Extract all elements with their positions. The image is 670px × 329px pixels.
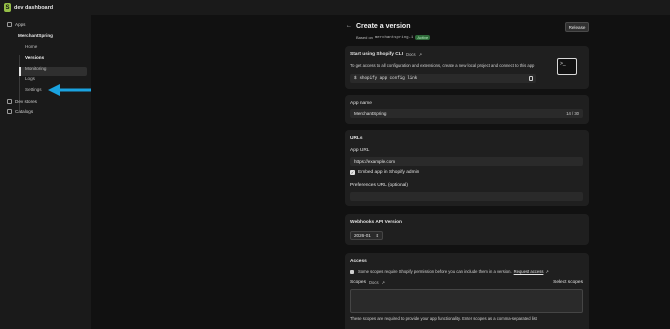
apps-icon	[7, 22, 12, 27]
sidebar-item-label: Dev stores	[15, 99, 37, 104]
cli-card: Start using Shopify CLI Docs ↗ To get ac…	[345, 46, 589, 89]
scopes-header: Scopes Docs ↗	[350, 280, 385, 285]
app-name-value: MerchantSpring	[354, 111, 387, 116]
sidebar-item-catalogs[interactable]: Catalogs	[7, 109, 33, 114]
sidebar-app-name[interactable]: MerchantSpring	[18, 33, 53, 38]
sidebar-item-label: Apps	[15, 22, 26, 27]
sidebar-item-label: Catalogs	[15, 109, 34, 114]
top-bar: S dev dashboard	[0, 0, 670, 15]
select-chevron-icon: ⇕	[375, 233, 379, 238]
catalog-icon	[7, 109, 12, 114]
cli-card-title: Start using Shopify CLI	[350, 52, 404, 57]
back-arrow-icon[interactable]: ←	[346, 23, 352, 29]
external-link-icon: ↗	[418, 52, 423, 57]
page-title: Create a version	[356, 23, 411, 30]
app-url-value: https://example.com	[354, 159, 396, 164]
external-link-icon: ↗	[381, 280, 386, 285]
cli-card-header: Start using Shopify CLI Docs ↗	[350, 52, 422, 57]
access-title: Access	[350, 259, 367, 264]
external-link-icon: ↗	[545, 269, 549, 274]
select-scopes-button[interactable]: Select scopes	[553, 280, 583, 285]
api-version-value: 2026-01	[354, 233, 371, 238]
character-counter: 14 / 30	[566, 111, 579, 116]
webhooks-title: Webhooks API Version	[350, 220, 402, 225]
terminal-illustration-icon: >_	[557, 58, 577, 75]
embed-app-option[interactable]: ✓ Embed app in Shopify admin	[350, 170, 419, 175]
cli-command-box: $ shopify app config link	[350, 74, 536, 83]
sidebar-active-indicator	[19, 67, 21, 76]
app-url-label: App URL	[350, 148, 370, 153]
sidebar-item-home[interactable]: Home	[25, 44, 37, 49]
sidebar-item-dev-stores[interactable]: Dev stores	[7, 99, 37, 104]
app-name-input[interactable]: MerchantSpring 14 / 30	[350, 109, 583, 118]
scope-notice-text: Some scopes require Shopify permission b…	[358, 269, 512, 274]
sidebar: Apps MerchantSpring Home Versions Monito…	[0, 15, 91, 329]
version-name: merchantspring-1	[374, 35, 414, 40]
app-url-input[interactable]: https://example.com	[350, 157, 583, 166]
shopify-logo-icon[interactable]: S	[4, 3, 11, 12]
cli-prompt: $	[354, 76, 357, 81]
app-name-card: App name MerchantSpring 14 / 30	[345, 95, 589, 124]
sidebar-item-apps[interactable]: Apps	[7, 22, 25, 27]
access-card: Access Some scopes require Shopify permi…	[345, 253, 589, 329]
request-access-link[interactable]: Request access	[514, 269, 544, 274]
cli-command: shopify app config link	[359, 76, 418, 81]
sidebar-item-monitoring[interactable]: Monitoring	[25, 66, 46, 71]
sidebar-item-logs[interactable]: Logs	[25, 76, 35, 81]
sidebar-item-versions[interactable]: Versions	[25, 55, 44, 60]
dashboard-title: dev dashboard	[14, 4, 54, 11]
release-button[interactable]: Release	[565, 22, 589, 32]
version-info: Based on merchantspring-1 Active	[356, 35, 431, 40]
app-name-label: App name	[350, 101, 372, 106]
embed-app-label: Embed app in Shopify admin	[358, 170, 420, 175]
based-on-label: Based on	[356, 35, 373, 40]
preferences-url-input[interactable]	[350, 192, 583, 201]
scopes-docs-link[interactable]: Docs	[369, 280, 379, 285]
urls-title: URLs	[350, 136, 363, 141]
scope-notice: Some scopes require Shopify permission b…	[350, 269, 549, 274]
docs-link[interactable]: Docs	[406, 52, 416, 57]
status-badge: Active	[415, 35, 431, 40]
scopes-textarea[interactable]	[350, 289, 583, 313]
cli-card-description: To get access to all configuration and e…	[350, 63, 535, 68]
scopes-help-text: These scopes are required to provide you…	[350, 316, 537, 321]
store-icon	[7, 99, 12, 104]
lock-icon	[350, 269, 354, 274]
scopes-label: Scopes	[350, 280, 366, 285]
copy-icon[interactable]	[529, 76, 533, 81]
urls-card: URLs App URL https://example.com ✓ Embed…	[345, 130, 589, 206]
sidebar-item-settings[interactable]: Settings	[25, 87, 42, 92]
api-version-select[interactable]: 2026-01 ⇕	[350, 231, 383, 240]
checkbox-checked-icon[interactable]: ✓	[350, 170, 355, 175]
preferences-url-label: Preferences URL (optional)	[350, 183, 408, 188]
pointer-arrow-icon	[48, 84, 95, 96]
webhooks-card: Webhooks API Version 2026-01 ⇕	[345, 214, 589, 245]
